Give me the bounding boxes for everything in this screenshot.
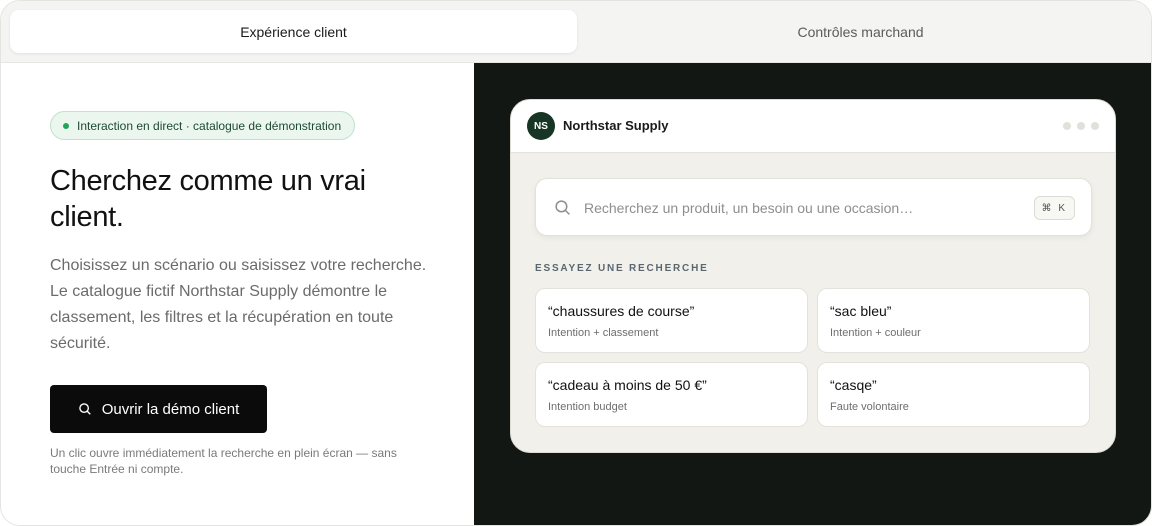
tab-experience-client[interactable]: Expérience client [10,10,577,53]
suggestions-title: ESSAYEZ UNE RECHERCHE [535,263,709,274]
tab-controles-marchand[interactable]: Contrôles marchand [577,10,1144,53]
page-title: Cherchez comme un vrai client. [50,165,366,233]
tab-bar: Expérience client Contrôles marchand [1,1,1151,63]
suggestion-description: Intention + classement [548,327,659,339]
live-status-badge: Interaction en direct · catalogue de dém… [50,111,356,140]
search-box: ⌘ K [535,178,1092,236]
cta-note: Un clic ouvre immédiatement la recherche… [50,446,397,476]
open-demo-button[interactable]: Ouvrir la démo client [50,385,267,433]
suggestion-card[interactable]: “chaussures de course” Intention + class… [535,288,808,353]
search-icon [78,403,91,415]
intro-panel: Interaction en direct · catalogue de dém… [1,63,474,525]
live-badge-label: Interaction en direct · catalogue de dém… [77,118,342,133]
suggestion-query: “chaussures de course” [548,303,695,319]
app-frame: Expérience client Contrôles marchand Int… [0,0,1152,526]
search-icon [555,200,570,215]
open-demo-label: Ouvrir la démo client [101,400,240,418]
intro-description: Choisissez un scénario ou saisissez votr… [50,257,427,352]
brand-logo: NS [527,112,555,140]
suggestion-card[interactable]: “sac bleu” Intention + couleur [817,288,1090,353]
demo-preview-panel: NS Northstar Supply ⌘ K ESSAYEZ UNE RECH… [474,63,1151,525]
storefront-header: NS Northstar Supply [511,100,1115,153]
brand-name: Northstar Supply [563,118,669,133]
suggestion-query: “sac bleu” [830,303,892,319]
suggestion-query: “cadeau à moins de 50 €” [548,377,707,393]
window-dots-icon [1063,122,1099,130]
suggestion-card[interactable]: “cadeau à moins de 50 €” Intention budge… [535,362,808,427]
keyboard-shortcut-badge: ⌘ K [1033,196,1075,220]
search-input[interactable] [584,193,1024,223]
suggestion-query: “casqe” [830,377,877,393]
storefront-card: NS Northstar Supply ⌘ K ESSAYEZ UNE RECH… [510,99,1116,453]
suggestion-description: Intention + couleur [830,327,921,339]
suggestion-card[interactable]: “casqe” Faute volontaire [817,362,1090,427]
live-dot-icon [63,123,69,129]
suggestion-description: Faute volontaire [830,401,909,413]
suggestion-description: Intention budget [548,401,627,413]
